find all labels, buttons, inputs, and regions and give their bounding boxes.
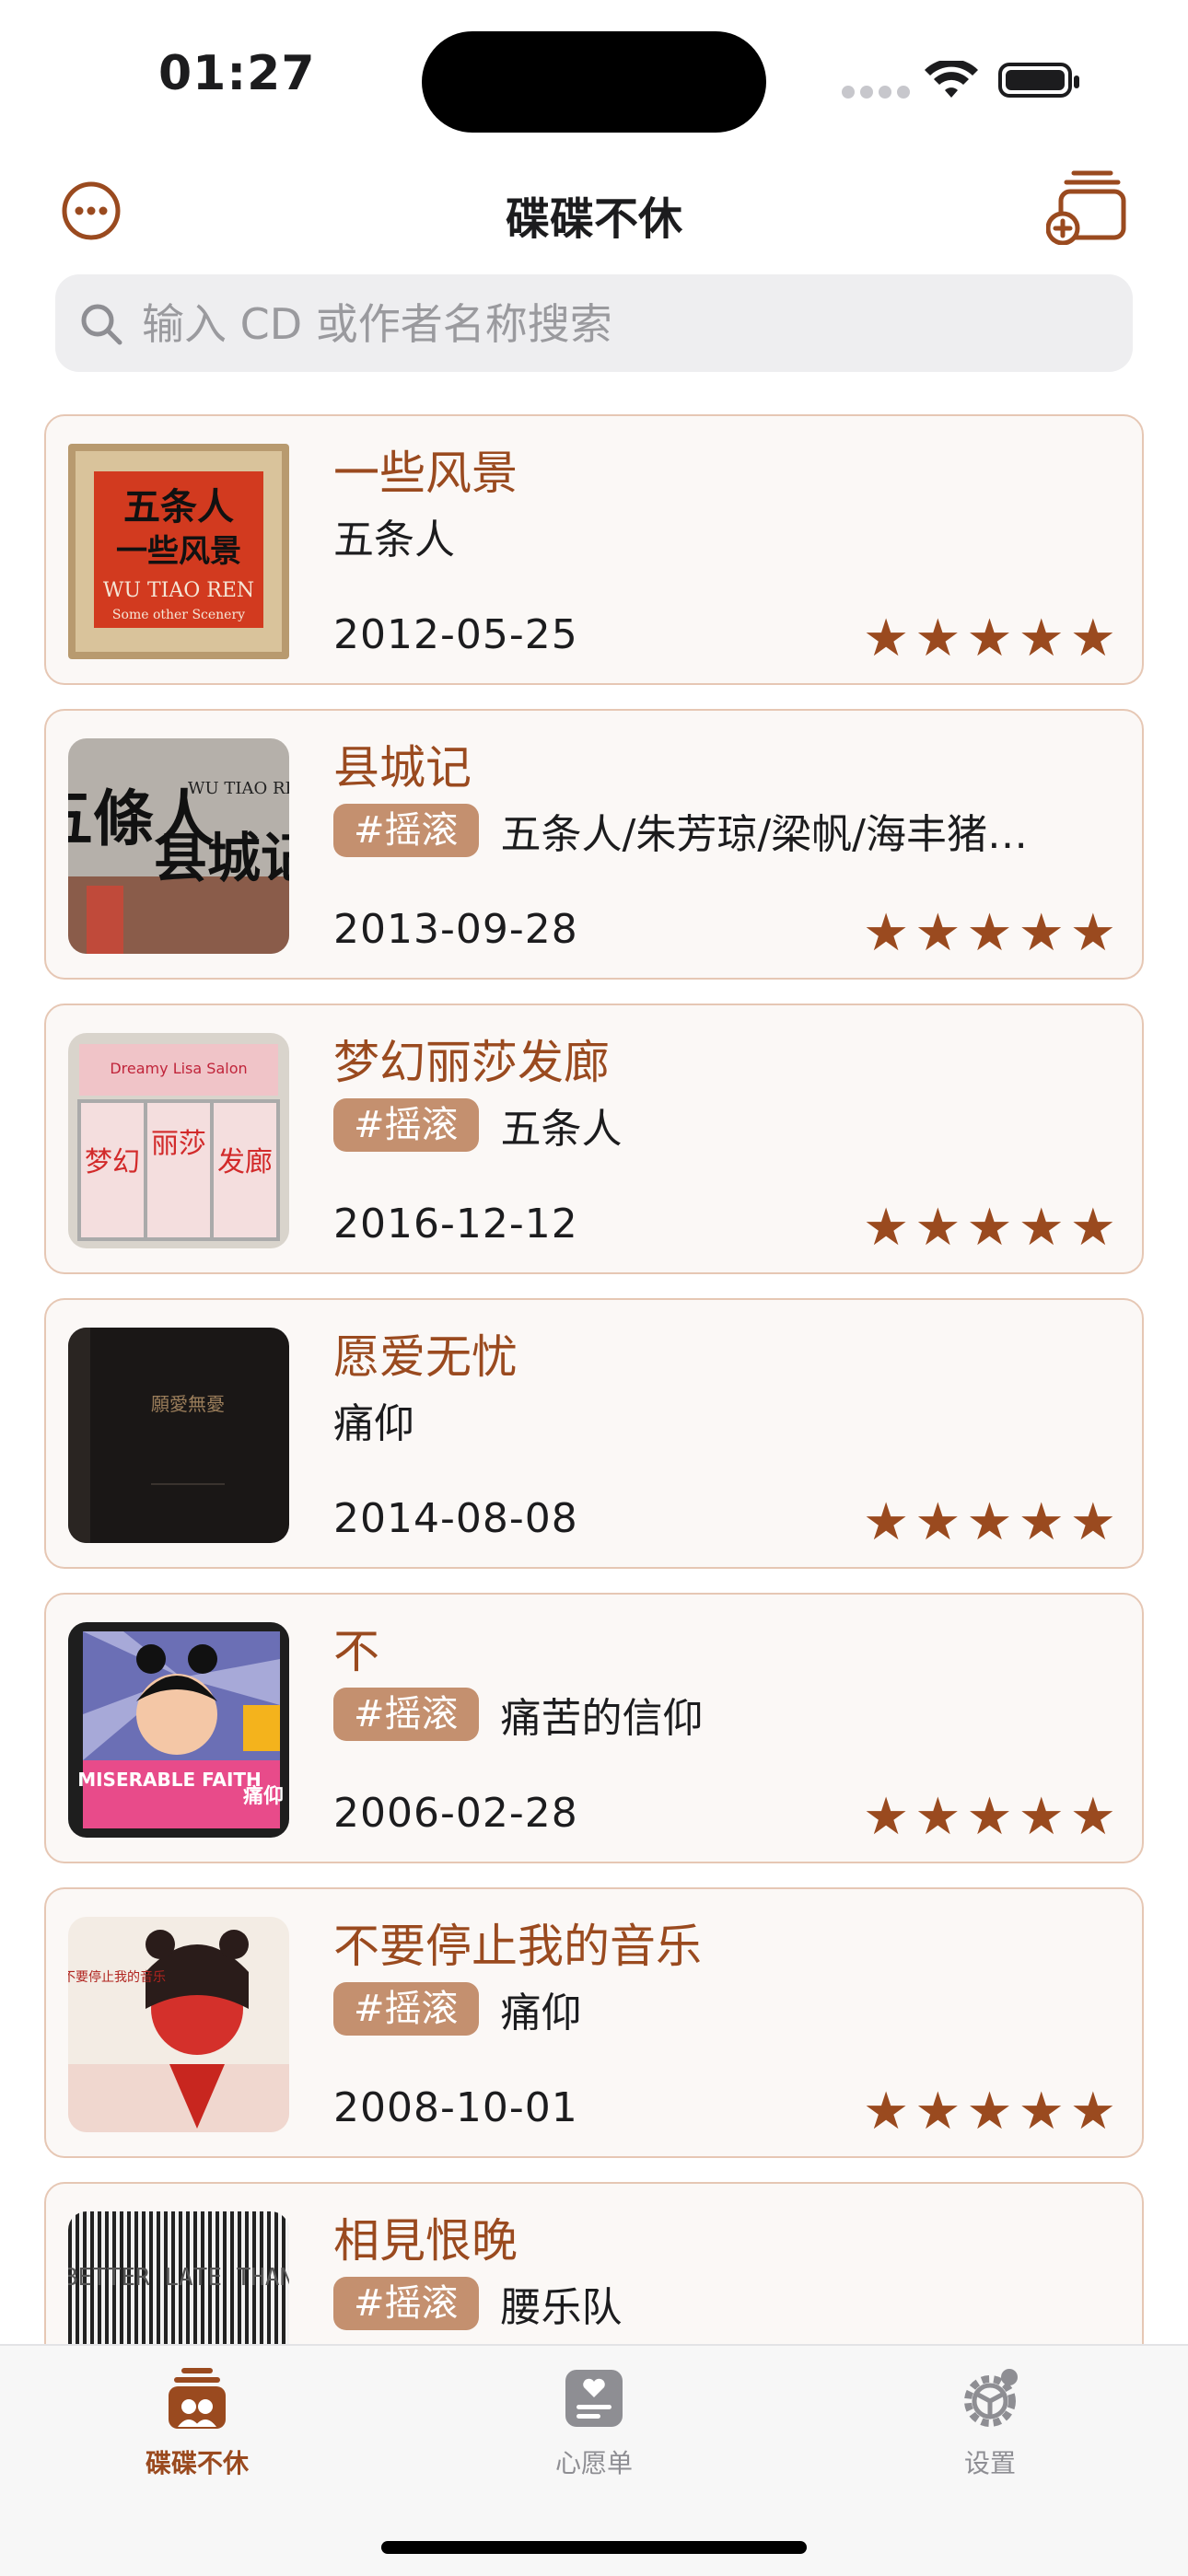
wishlist-icon xyxy=(565,2370,623,2427)
album-cover: 不要停止我的音乐 xyxy=(68,1917,289,2132)
search-bar[interactable] xyxy=(55,274,1133,372)
tab-wishlist[interactable]: 心愿单 xyxy=(483,2366,705,2480)
rating-stars: ★★★★★ xyxy=(862,1492,1122,1552)
album-cover: 五條人 县城记 WU TIAO REN xyxy=(68,738,289,954)
album-artist: 五条人 xyxy=(333,516,455,563)
svg-text:发廊: 发廊 xyxy=(217,1146,273,1178)
svg-text:願愛無憂: 願愛無憂 xyxy=(151,1393,225,1415)
album-card[interactable]: Dreamy Lisa Salon 梦幻 丽莎 发廊 梦幻丽莎发廊 #摇滚 五条… xyxy=(44,1004,1144,1274)
rating-stars: ★★★★★ xyxy=(862,1198,1122,1258)
rating-stars: ★★★★★ xyxy=(862,2082,1122,2141)
cellular-signal-icon xyxy=(842,85,915,102)
svg-text:一些风景: 一些风景 xyxy=(116,533,241,570)
album-card[interactable]: 五條人 县城记 WU TIAO REN 县城记 #摇滚 五条人/朱芳琼/梁帆/海… xyxy=(44,709,1144,980)
navigation-bar: 碟碟不休 xyxy=(0,166,1188,258)
svg-text:MISERABLE FAITH: MISERABLE FAITH xyxy=(77,1769,262,1791)
search-input[interactable] xyxy=(140,287,1111,361)
genre-tag[interactable]: #摇滚 xyxy=(333,1982,479,2036)
genre-tag[interactable]: #摇滚 xyxy=(333,804,479,857)
rating-stars: ★★★★★ xyxy=(862,1787,1122,1847)
album-title: 相見恨晚 xyxy=(333,2214,518,2268)
album-card[interactable]: 願愛無憂 愿爱无忧 痛仰 2014-08-08 ★★★★★ xyxy=(44,1298,1144,1569)
status-time: 01:27 xyxy=(158,46,316,101)
tab-label: 碟碟不休 xyxy=(145,2448,249,2478)
album-meta: #摇滚 五条人/朱芳琼/梁帆/海丰猪… xyxy=(333,803,1028,858)
svg-text:痛仰: 痛仰 xyxy=(243,1784,284,1808)
tab-label: 心愿单 xyxy=(554,2448,633,2478)
tab-settings[interactable]: 设置 xyxy=(879,2366,1101,2480)
album-meta: 五条人 xyxy=(333,508,455,563)
album-cover: 願愛無憂 xyxy=(68,1328,289,1543)
album-artist: 五条人/朱芳琼/梁帆/海丰猪… xyxy=(500,811,1028,858)
svg-text:WU TIAO REN: WU TIAO REN xyxy=(188,779,289,798)
dynamic-island xyxy=(422,31,766,133)
svg-text:BETTER LATE THAN: BETTER LATE THAN xyxy=(68,2264,289,2292)
album-date: 2012-05-25 xyxy=(333,611,578,658)
rating-stars: ★★★★★ xyxy=(862,609,1122,668)
album-cover: Dreamy Lisa Salon 梦幻 丽莎 发廊 xyxy=(68,1033,289,1248)
genre-tag[interactable]: #摇滚 xyxy=(333,1098,479,1152)
albums-icon xyxy=(169,2368,226,2429)
svg-text:县城记: 县城记 xyxy=(154,827,289,889)
album-date: 2016-12-12 xyxy=(333,1201,578,1247)
page-title: 碟碟不休 xyxy=(505,193,682,245)
svg-text:不要停止我的音乐: 不要停止我的音乐 xyxy=(68,1969,166,1985)
album-artist: 五条人 xyxy=(500,1106,623,1153)
battery-icon xyxy=(998,63,1079,98)
album-artist: 痛苦的信仰 xyxy=(500,1695,704,1742)
tab-label: 设置 xyxy=(963,2448,1016,2478)
album-date: 2008-10-01 xyxy=(333,2084,578,2131)
svg-text:丽莎: 丽莎 xyxy=(151,1128,206,1160)
tab-albums[interactable]: 碟碟不休 xyxy=(87,2366,308,2480)
svg-text:Some other Scenery: Some other Scenery xyxy=(112,608,245,622)
svg-text:WU TIAO REN: WU TIAO REN xyxy=(103,579,254,602)
genre-tag[interactable]: #摇滚 xyxy=(333,2277,479,2330)
album-cover: MISERABLE FAITH 痛仰 xyxy=(68,1622,289,1838)
status-bar: 01:27 xyxy=(0,0,1188,157)
rating-stars: ★★★★★ xyxy=(862,903,1122,963)
album-date: 2013-09-28 xyxy=(333,906,578,953)
svg-text:梦幻: 梦幻 xyxy=(85,1146,140,1178)
genre-tag[interactable]: #摇滚 xyxy=(333,1688,479,1741)
album-title: 梦幻丽莎发廊 xyxy=(333,1036,610,1089)
album-date: 2014-08-08 xyxy=(333,1495,578,1542)
album-artist: 腰乐队 xyxy=(500,2284,623,2331)
settings-gear-icon xyxy=(964,2369,1018,2427)
album-date: 2006-02-28 xyxy=(333,1790,578,1837)
svg-text:Dreamy Lisa Salon: Dreamy Lisa Salon xyxy=(110,1060,247,1077)
cover-text: 五条人 xyxy=(123,486,234,528)
album-card[interactable]: 五条人 一些风景 WU TIAO REN Some other Scenery … xyxy=(44,414,1144,685)
album-card[interactable]: 不要停止我的音乐 不要停止我的音乐 #摇滚 痛仰 2008-10-01 ★★★★… xyxy=(44,1887,1144,2158)
album-title: 县城记 xyxy=(333,741,472,795)
album-title: 一些风景 xyxy=(333,447,518,500)
album-meta: 痛仰 xyxy=(333,1392,414,1447)
home-indicator xyxy=(381,2541,807,2554)
search-icon xyxy=(81,304,122,345)
album-title: 不要停止我的音乐 xyxy=(333,1920,702,1973)
album-meta: #摇滚 五条人 xyxy=(333,1097,623,1153)
album-artist: 痛仰 xyxy=(333,1400,414,1447)
album-artist: 痛仰 xyxy=(500,1990,582,2036)
album-cover: 五条人 一些风景 WU TIAO REN Some other Scenery xyxy=(68,444,289,659)
album-meta: #摇滚 痛仰 xyxy=(333,1981,582,2036)
add-stack-icon[interactable] xyxy=(1046,168,1127,245)
album-meta: #摇滚 痛苦的信仰 xyxy=(333,1687,704,1742)
album-meta: #摇滚 腰乐队 xyxy=(333,2276,623,2331)
wifi-icon xyxy=(925,61,978,98)
album-title: 愿爱无忧 xyxy=(333,1330,518,1384)
album-card[interactable]: MISERABLE FAITH 痛仰 不 #摇滚 痛苦的信仰 2006-02-2… xyxy=(44,1593,1144,1863)
album-title: 不 xyxy=(333,1625,379,1678)
